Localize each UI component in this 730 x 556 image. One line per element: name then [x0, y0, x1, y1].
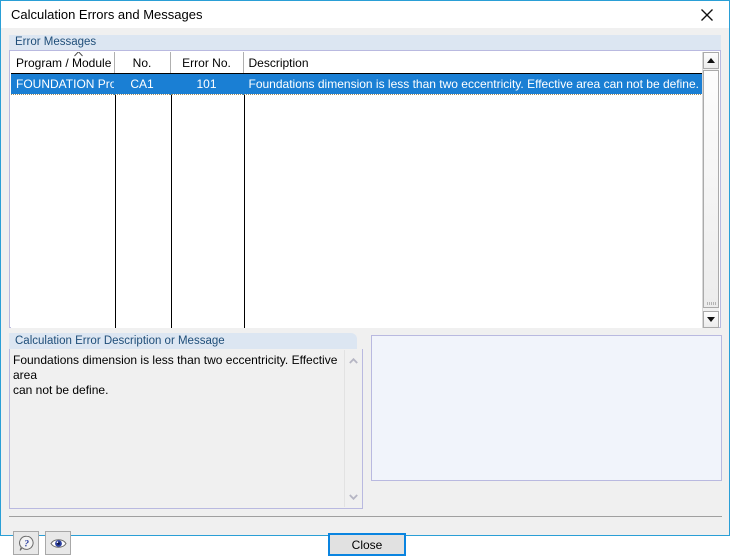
error-messages-group: Error Messages Program / Module No. Erro…: [9, 35, 721, 328]
help-question-bubble-icon: ?: [18, 535, 34, 551]
cell-description: Foundations dimension is less than two e…: [243, 73, 703, 95]
eye-icon: [49, 538, 67, 548]
scroll-down-arrow-icon: [707, 317, 715, 322]
error-messages-table: Program / Module No. Error No. Descripti…: [11, 52, 703, 95]
description-group-body: Foundations dimension is less than two e…: [9, 349, 363, 509]
table-vertical-scrollbar[interactable]: [702, 52, 719, 328]
table-column-rules: [12, 95, 703, 328]
error-messages-table-wrapper[interactable]: Program / Module No. Error No. Descripti…: [11, 52, 703, 328]
scroll-up-arrow-icon: [707, 58, 715, 63]
description-group: Calculation Error Description or Message…: [9, 333, 363, 509]
cell-no: CA1: [114, 73, 171, 95]
description-text: Foundations dimension is less than two e…: [13, 353, 338, 397]
dialog-client-area: Error Messages Program / Module No. Erro…: [2, 28, 729, 556]
window-close-button[interactable]: [685, 1, 729, 28]
close-button[interactable]: Close: [328, 533, 406, 556]
window-title: Calculation Errors and Messages: [11, 7, 203, 22]
sort-ascending-caret-icon: [74, 52, 83, 57]
table-body: FOUNDATION Pro CA1 101 Foundations dimen…: [11, 73, 703, 95]
column-header-description-label: Description: [248, 55, 309, 70]
cell-error-no: 101: [170, 73, 244, 95]
scrollbar-up-button[interactable]: [703, 52, 719, 69]
detail-panel: [371, 335, 722, 481]
scrollbar-thumb[interactable]: [703, 70, 719, 308]
description-vertical-scrollbar[interactable]: [344, 350, 361, 507]
column-header-no-label: No.: [132, 55, 152, 70]
error-messages-group-body: Program / Module No. Error No. Descripti…: [9, 50, 721, 328]
description-scroll-up-button[interactable]: [345, 352, 361, 369]
column-header-description[interactable]: Description: [243, 52, 703, 74]
table-header-row: Program / Module No. Error No. Descripti…: [11, 52, 703, 74]
column-header-program-module[interactable]: Program / Module: [11, 52, 115, 74]
dialog-window: Calculation Errors and Messages Error Me…: [0, 0, 730, 556]
close-x-icon: [701, 8, 713, 21]
scrollbar-thumb-grip: [707, 302, 717, 305]
view-button[interactable]: [45, 531, 71, 555]
footer-separator: [9, 516, 722, 517]
close-button-label: Close: [351, 537, 383, 552]
svg-text:?: ?: [24, 539, 29, 549]
title-bar: Calculation Errors and Messages: [1, 1, 729, 29]
error-messages-group-label: Error Messages: [9, 35, 721, 50]
column-header-error-no[interactable]: Error No.: [170, 52, 244, 74]
table-row[interactable]: FOUNDATION Pro CA1 101 Foundations dimen…: [11, 73, 703, 95]
scroll-up-chevron-icon: [348, 357, 358, 364]
description-scroll-down-button[interactable]: [345, 488, 361, 505]
column-header-program-module-label: Program / Module: [16, 55, 112, 70]
column-header-no[interactable]: No.: [114, 52, 171, 74]
scrollbar-down-button[interactable]: [703, 311, 719, 328]
description-group-label: Calculation Error Description or Message: [9, 333, 357, 349]
column-header-error-no-label: Error No.: [182, 55, 231, 70]
cell-program-module: FOUNDATION Pro: [11, 73, 115, 95]
help-button[interactable]: ?: [13, 531, 39, 555]
scroll-down-chevron-icon: [348, 493, 358, 500]
